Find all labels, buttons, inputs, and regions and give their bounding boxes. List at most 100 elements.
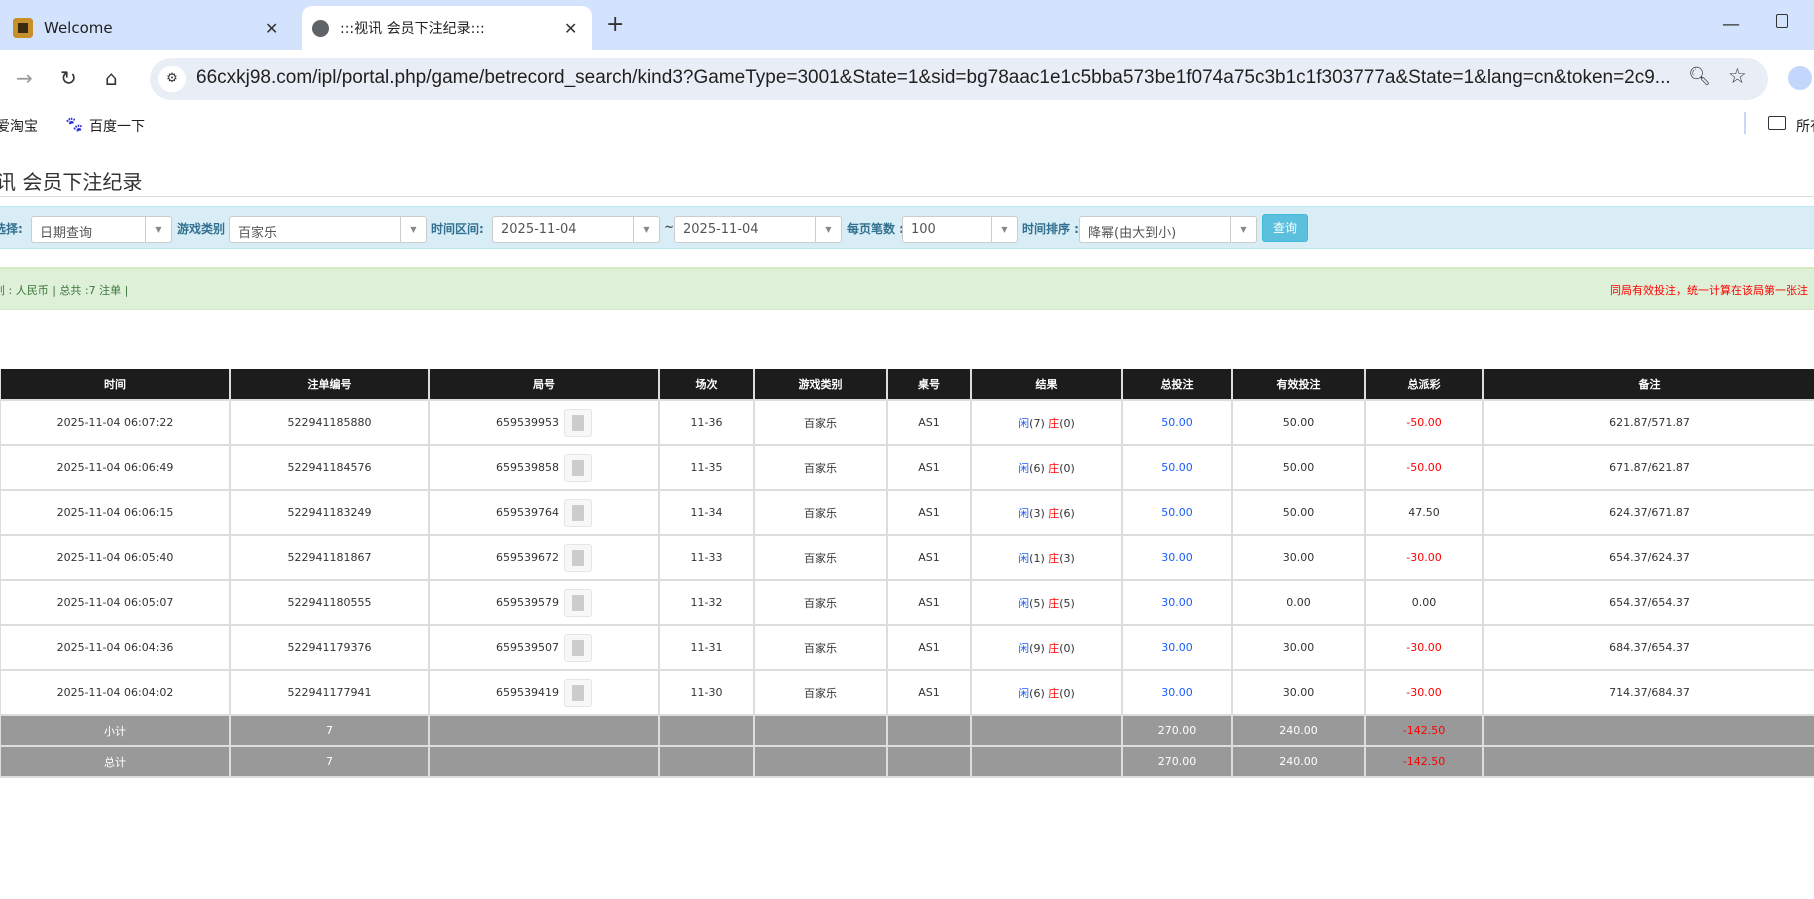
divider <box>0 196 1814 197</box>
column-header: 桌号 <box>886 369 972 401</box>
bet-time: 2025-11-04 06:06:15 <box>0 489 231 536</box>
table-row: 2025-11-04 06:05:40 522941181867 659539672… <box>0 534 1814 581</box>
url-text[interactable]: 66cxkj98.com/ipl/portal.php/game/betreco… <box>196 67 1671 89</box>
query-button[interactable]: 查询 <box>1262 214 1308 242</box>
game-type: 百家乐 <box>753 669 888 716</box>
sort-select[interactable]: 降幂(由大到小) ▼ <box>1079 216 1257 243</box>
player-label: 闲 <box>1018 416 1030 430</box>
table-id: AS1 <box>886 579 972 626</box>
mode-label: 选择: <box>0 222 23 236</box>
bookmark-taobao[interactable]: 爱淘宝 <box>0 116 38 136</box>
column-header: 时间 <box>0 369 231 401</box>
globe-icon <box>312 19 329 37</box>
total-bet: 30.00 <box>1121 624 1233 671</box>
profile-avatar[interactable] <box>1788 66 1812 90</box>
payout: -30.00 <box>1364 669 1484 716</box>
page-title: 讯 会员下注纪录 <box>0 170 143 194</box>
table-row: 2025-11-04 06:05:07 522941180555 659539579… <box>0 579 1814 626</box>
video-replay-icon[interactable] <box>564 543 592 572</box>
tab-bet-record[interactable]: :::视讯 会员下注纪录::: ✕ <box>302 6 592 50</box>
site-info-icon[interactable]: ⚙ <box>158 66 186 92</box>
total-bet: 30.00 <box>1121 579 1233 626</box>
date-to-select[interactable]: 2025-11-04 ▼ <box>674 216 842 243</box>
empty-cell <box>658 745 755 778</box>
video-replay-icon[interactable] <box>564 633 592 662</box>
table-row: 2025-11-04 06:07:22 522941185880 659539953… <box>0 399 1814 446</box>
sort-label: 时间排序 : <box>1022 222 1079 236</box>
all-bookmarks[interactable]: 所有书签 <box>1796 116 1814 136</box>
video-replay-icon[interactable] <box>564 588 592 617</box>
player-value: (5) <box>1029 596 1045 610</box>
total-bet: 30.00 <box>1121 534 1233 581</box>
empty-cell <box>428 745 660 778</box>
reload-icon[interactable]: ↻ <box>60 66 77 90</box>
total-bet: 50.00 <box>1121 444 1233 491</box>
tab-welcome[interactable]: Welcome ✕ <box>0 6 295 50</box>
bet-time: 2025-11-04 06:07:22 <box>0 399 231 446</box>
select-value: 2025-11-04 <box>501 222 577 237</box>
result: 闲(6) 庄(0) <box>970 444 1123 491</box>
restore-icon[interactable] <box>1776 14 1788 28</box>
column-header: 总投注 <box>1121 369 1233 401</box>
bookmark-baidu[interactable]: 百度一下 <box>89 116 145 136</box>
banker-label: 庄 <box>1048 686 1060 700</box>
video-replay-icon[interactable] <box>564 408 592 437</box>
valid-bet: 50.00 <box>1231 489 1366 536</box>
player-label: 闲 <box>1018 506 1030 520</box>
column-header: 局号 <box>428 369 660 401</box>
round-id: 659539672 <box>496 550 559 564</box>
video-replay-icon[interactable] <box>564 678 592 707</box>
valid-bet: 30.00 <box>1231 534 1366 581</box>
per-page-select[interactable]: 100 ▼ <box>902 216 1018 243</box>
select-value: 100 <box>911 222 936 237</box>
player-label: 闲 <box>1018 641 1030 655</box>
payout: -50.00 <box>1364 399 1484 446</box>
baidu-paw-icon: 🐾︎ <box>64 115 85 134</box>
column-header: 游戏类别 <box>753 369 888 401</box>
payout: -30.00 <box>1364 624 1484 671</box>
banker-label: 庄 <box>1048 596 1060 610</box>
dropdown-arrow-icon: ▼ <box>633 217 659 242</box>
result: 闲(6) 庄(0) <box>970 669 1123 716</box>
player-value: (9) <box>1029 641 1045 655</box>
video-replay-icon[interactable] <box>564 453 592 482</box>
minimize-icon[interactable]: — <box>1722 14 1740 35</box>
valid-bet: 0.00 <box>1231 579 1366 626</box>
forward-icon[interactable]: → <box>16 66 33 90</box>
shoe-number: 11-30 <box>658 669 755 716</box>
table-id: AS1 <box>886 669 972 716</box>
shoe-number: 11-36 <box>658 399 755 446</box>
video-replay-icon[interactable] <box>564 498 592 527</box>
result: 闲(1) 庄(3) <box>970 534 1123 581</box>
banker-value: (3) <box>1059 551 1075 565</box>
empty-cell <box>428 714 660 747</box>
notice-text: 同局有效投注，统一计算在该局第一张注 <box>1610 284 1808 297</box>
valid-bet: 50.00 <box>1231 444 1366 491</box>
round-id: 659539764 <box>496 505 559 519</box>
empty-cell <box>1482 714 1814 747</box>
dropdown-arrow-icon: ▼ <box>815 217 841 242</box>
zoom-icon[interactable]: 🔍︎ <box>1688 66 1711 87</box>
round-number: 659539672 <box>428 534 660 581</box>
date-from-select[interactable]: 2025-11-04 ▼ <box>492 216 660 243</box>
new-tab-icon[interactable]: + <box>606 12 624 37</box>
sum-total-bet: 270.00 <box>1121 745 1233 778</box>
note: 714.37/684.37 <box>1482 669 1814 716</box>
column-header: 总派彩 <box>1364 369 1484 401</box>
column-header: 有效投注 <box>1231 369 1366 401</box>
result: 闲(3) 庄(6) <box>970 489 1123 536</box>
close-tab-icon[interactable]: ✕ <box>564 19 577 38</box>
valid-bet: 30.00 <box>1231 669 1366 716</box>
query-mode-select[interactable]: 日期查询 ▼ <box>31 216 172 243</box>
note: 621.87/571.87 <box>1482 399 1814 446</box>
empty-cell <box>1482 745 1814 778</box>
home-icon[interactable]: ⌂ <box>105 66 118 90</box>
bet-time: 2025-11-04 06:05:07 <box>0 579 231 626</box>
player-value: (3) <box>1029 506 1045 520</box>
close-tab-icon[interactable]: ✕ <box>265 19 278 38</box>
bookmark-star-icon[interactable]: ☆ <box>1728 64 1747 88</box>
game-type-select[interactable]: 百家乐 ▼ <box>229 216 427 243</box>
empty-cell <box>970 714 1123 747</box>
game-type: 百家乐 <box>753 444 888 491</box>
payout: 0.00 <box>1364 579 1484 626</box>
